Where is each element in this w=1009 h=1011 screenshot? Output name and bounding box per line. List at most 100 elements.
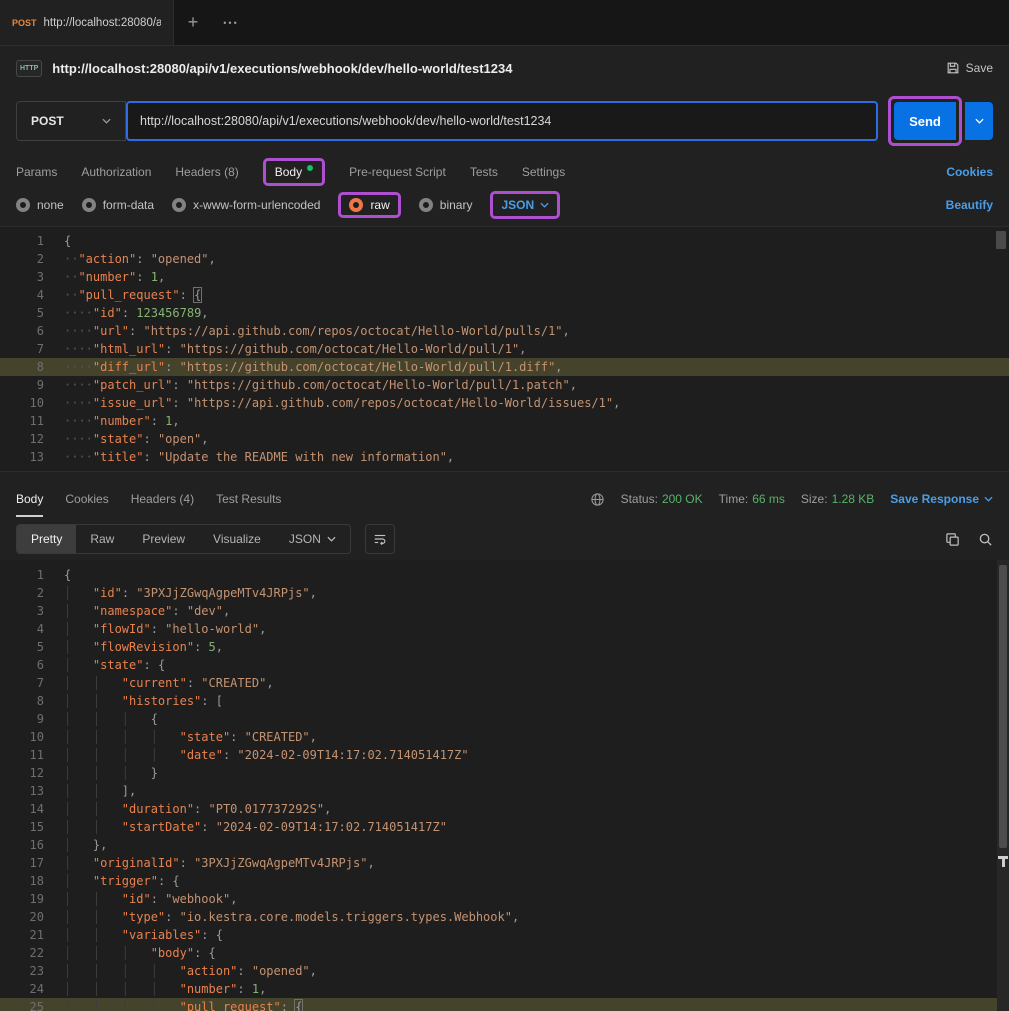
code-line-3[interactable]: 3··"number": 1, xyxy=(0,268,1009,286)
line-number: 12 xyxy=(0,764,44,782)
scrollbar-handle[interactable] xyxy=(999,565,1007,848)
code-line-16[interactable]: 16│ }, xyxy=(0,836,1009,854)
code-line-12[interactable]: 12│ │ │ } xyxy=(0,764,1009,782)
response-body-editor[interactable]: 1{2│ "id": "3PXJjZGwqAgpeMTv4JRPjs",3│ "… xyxy=(0,560,1009,1011)
code-line-14[interactable]: 14│ │ "duration": "PT0.017737292S", xyxy=(0,800,1009,818)
search-icon[interactable] xyxy=(978,532,993,547)
code-line-2[interactable]: 2··"action": "opened", xyxy=(0,250,1009,268)
line-number: 4 xyxy=(0,286,44,304)
code-line-21[interactable]: 21│ │ "variables": { xyxy=(0,926,1009,944)
code-line-15[interactable]: 15│ │ "startDate": "2024-02-09T14:17:02.… xyxy=(0,818,1009,836)
code-line-4[interactable]: 4│ "flowId": "hello-world", xyxy=(0,620,1009,638)
request-body-editor[interactable]: 1{2··"action": "opened",3··"number": 1,4… xyxy=(0,226,1009,472)
code-line-10[interactable]: 10│ │ │ │ "state": "CREATED", xyxy=(0,728,1009,746)
code-line-4[interactable]: 4··"pull_request": { xyxy=(0,286,1009,304)
code-line-19[interactable]: 19│ │ "id": "webhook", xyxy=(0,890,1009,908)
body-format-select[interactable]: JSON xyxy=(501,198,534,212)
code-line-13[interactable]: 13│ │ ], xyxy=(0,782,1009,800)
code-line-7[interactable]: 7│ │ "current": "CREATED", xyxy=(0,674,1009,692)
code-line-5[interactable]: 5····"id": 123456789, xyxy=(0,304,1009,322)
tab-params[interactable]: Params xyxy=(16,165,57,179)
view-pretty[interactable]: Pretty xyxy=(17,525,76,553)
code-line-23[interactable]: 23│ │ │ │ "action": "opened", xyxy=(0,962,1009,980)
save-response-button[interactable]: Save Response xyxy=(890,492,993,506)
send-button[interactable]: Send xyxy=(894,102,956,140)
response-tab-test-results[interactable]: Test Results xyxy=(216,492,281,506)
body-type-none[interactable]: none xyxy=(16,198,64,212)
line-number: 12 xyxy=(0,430,44,448)
request-title-bar: HTTP http://localhost:28080/api/v1/execu… xyxy=(0,46,1009,90)
body-type-label: x-www-form-urlencoded xyxy=(193,198,320,212)
code-line-2[interactable]: 2│ "id": "3PXJjZGwqAgpeMTv4JRPjs", xyxy=(0,584,1009,602)
response-format-select[interactable]: JSON xyxy=(275,525,350,553)
tab-pre-request-script[interactable]: Pre-request Script xyxy=(349,165,446,179)
line-number: 6 xyxy=(0,656,44,674)
code-line-12[interactable]: 12····"state": "open", xyxy=(0,430,1009,448)
code-line-1[interactable]: 1{ xyxy=(0,566,1009,584)
code-line-17[interactable]: 17│ "originalId": "3PXJjZGwqAgpeMTv4JRPj… xyxy=(0,854,1009,872)
code-line-3[interactable]: 3│ "namespace": "dev", xyxy=(0,602,1009,620)
size-label: Size: xyxy=(801,492,828,506)
cookies-link[interactable]: Cookies xyxy=(946,165,993,179)
scrollbar-handle[interactable] xyxy=(996,231,1006,249)
url-input[interactable] xyxy=(128,114,876,128)
response-tab-body[interactable]: Body xyxy=(16,492,43,506)
code-line-5[interactable]: 5│ "flowRevision": 5, xyxy=(0,638,1009,656)
line-number: 2 xyxy=(0,250,44,268)
tab-body[interactable]: Body xyxy=(275,165,302,179)
wrap-text-button[interactable] xyxy=(365,524,395,554)
body-type-binary[interactable]: binary xyxy=(419,198,473,212)
code-line-9[interactable]: 9│ │ │ { xyxy=(0,710,1009,728)
request-tab[interactable]: POST http://localhost:28080/a xyxy=(0,0,174,45)
code-line-11[interactable]: 11····"number": 1, xyxy=(0,412,1009,430)
tab-authorization[interactable]: Authorization xyxy=(81,165,151,179)
line-number: 5 xyxy=(0,638,44,656)
radio-icon xyxy=(172,198,186,212)
tab-options-button[interactable]: ••• xyxy=(212,0,250,45)
time-value: 66 ms xyxy=(752,492,785,506)
code-line-11[interactable]: 11│ │ │ │ "date": "2024-02-09T14:17:02.7… xyxy=(0,746,1009,764)
line-number: 7 xyxy=(0,340,44,358)
beautify-link[interactable]: Beautify xyxy=(946,198,993,212)
scrollbar-track[interactable] xyxy=(997,560,1009,1011)
response-tab-cookies[interactable]: Cookies xyxy=(65,492,108,506)
response-tab-headers[interactable]: Headers (4) xyxy=(131,492,194,506)
code-line-10[interactable]: 10····"issue_url": "https://api.github.c… xyxy=(0,394,1009,412)
more-icon: ••• xyxy=(223,18,238,28)
view-raw[interactable]: Raw xyxy=(76,525,128,553)
response-tabs: Body Cookies Headers (4) Test Results St… xyxy=(0,480,1009,518)
tab-settings[interactable]: Settings xyxy=(522,165,565,179)
tab-headers[interactable]: Headers (8) xyxy=(175,165,238,179)
view-preview[interactable]: Preview xyxy=(128,525,199,553)
body-type-form-data[interactable]: form-data xyxy=(82,198,154,212)
save-button[interactable]: Save xyxy=(946,61,993,75)
body-type-raw[interactable]: raw xyxy=(349,198,389,212)
copy-icon[interactable] xyxy=(945,532,960,547)
code-line-8[interactable]: 8····"diff_url": "https://github.com/oct… xyxy=(0,358,1009,376)
chevron-down-icon xyxy=(975,118,984,124)
code-line-20[interactable]: 20│ │ "type": "io.kestra.core.models.tri… xyxy=(0,908,1009,926)
method-select[interactable]: POST xyxy=(16,101,126,141)
new-tab-button[interactable]: + xyxy=(174,0,212,45)
code-line-18[interactable]: 18│ "trigger": { xyxy=(0,872,1009,890)
code-line-25[interactable]: 25│ │ │ │ "pull_request": { xyxy=(0,998,1009,1011)
tab-tests[interactable]: Tests xyxy=(470,165,498,179)
line-number: 8 xyxy=(0,358,44,376)
send-options-button[interactable] xyxy=(965,102,993,140)
code-line-1[interactable]: 1{ xyxy=(0,232,1009,250)
body-type-x-www-form-urlencoded[interactable]: x-www-form-urlencoded xyxy=(172,198,320,212)
radio-icon xyxy=(419,198,433,212)
code-line-22[interactable]: 22│ │ │ "body": { xyxy=(0,944,1009,962)
line-number: 9 xyxy=(0,710,44,728)
line-number: 3 xyxy=(0,268,44,286)
code-line-7[interactable]: 7····"html_url": "https://github.com/oct… xyxy=(0,340,1009,358)
code-line-6[interactable]: 6│ "state": { xyxy=(0,656,1009,674)
request-builder: POST Send xyxy=(0,90,1009,152)
code-line-6[interactable]: 6····"url": "https://api.github.com/repo… xyxy=(0,322,1009,340)
view-visualize[interactable]: Visualize xyxy=(199,525,275,553)
code-line-13[interactable]: 13····"title": "Update the README with n… xyxy=(0,448,1009,466)
code-line-24[interactable]: 24│ │ │ │ "number": 1, xyxy=(0,980,1009,998)
code-line-9[interactable]: 9····"patch_url": "https://github.com/oc… xyxy=(0,376,1009,394)
tab-method-badge: POST xyxy=(12,18,37,28)
code-line-8[interactable]: 8│ │ "histories": [ xyxy=(0,692,1009,710)
